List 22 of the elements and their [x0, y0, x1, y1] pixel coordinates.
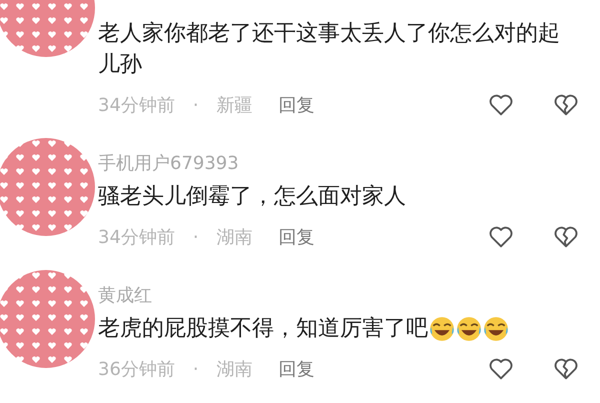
avatar-icon — [0, 269, 96, 369]
comment-location: 湖南 — [216, 226, 253, 249]
comment-time: 36分钟前 — [98, 358, 175, 381]
comment-time: 34分钟前 — [98, 94, 175, 117]
comment-time: 34分钟前 — [98, 226, 175, 249]
comment-location: 湖南 — [216, 358, 253, 381]
laughing-face-icon — [456, 316, 482, 342]
reply-button[interactable]: 回复 — [278, 225, 315, 249]
comment-text: 骚老头儿倒霉了，怎么面对家人 — [98, 183, 406, 211]
comment-text: 老虎的屁股摸不得，知道厉害了吧 — [98, 315, 428, 343]
username[interactable]: 手机用户679393 — [98, 151, 580, 177]
avatar-icon — [0, 137, 96, 237]
comment-location: 新疆 — [216, 94, 253, 117]
reply-button[interactable]: 回复 — [278, 357, 315, 381]
username[interactable]: 黄成红 — [98, 283, 580, 309]
separator-dot: · — [192, 226, 199, 248]
separator-dot: · — [192, 94, 199, 116]
separator-dot: · — [192, 358, 199, 380]
laughing-face-icon — [429, 316, 455, 342]
reply-button[interactable]: 回复 — [278, 93, 315, 117]
laughing-face-icon — [483, 316, 509, 342]
comment-text: 老人家你都老了还干这事太丢人了你怎么对的起儿孙 — [98, 20, 561, 79]
